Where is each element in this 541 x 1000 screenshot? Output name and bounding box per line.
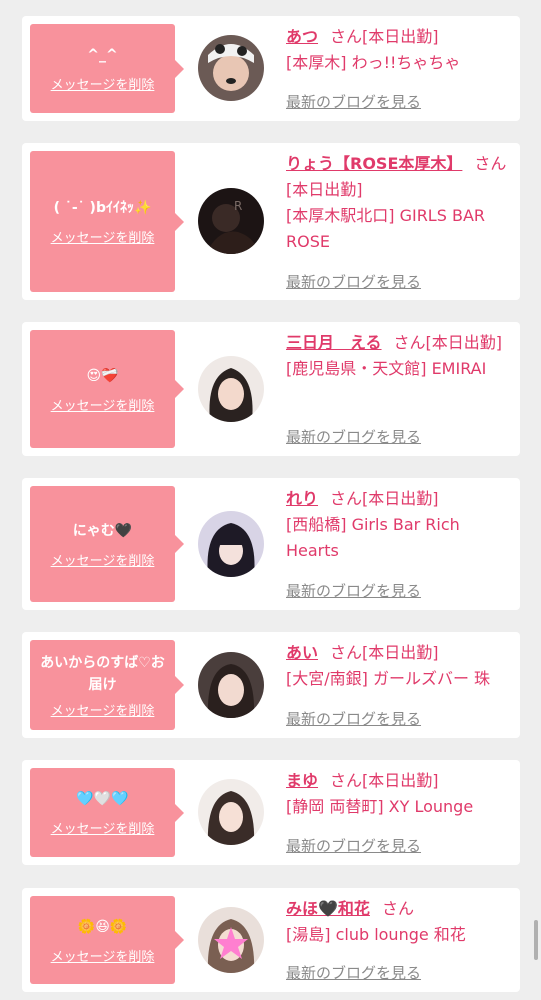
- cast-name-link[interactable]: りょう【ROSE本厚木】: [286, 154, 462, 173]
- message-card: あいからのすば♡お届け メッセージを削除 あい さん[本日出勤] [大宮/南銀] …: [22, 632, 520, 738]
- message-bubble: ( ˙-˙ )bｲｲﾈｯ✨ メッセージを削除: [30, 151, 184, 292]
- message-card: 😍❤️‍🩹 メッセージを削除 三日月 える さん[本日出勤] [鹿児島県・天文館]…: [22, 322, 520, 456]
- honorific: さん: [330, 489, 363, 508]
- delete-message-link[interactable]: メッセージを削除: [51, 946, 155, 965]
- message-card: にゃむ🖤 メッセージを削除 れり さん[本日出勤] [西船橋] Girls Bar…: [22, 478, 520, 610]
- latest-blog-link[interactable]: 最新のブログを見る: [286, 426, 421, 447]
- honorific: さん: [393, 333, 426, 352]
- shop-text: [湯島] club lounge 和花: [286, 925, 466, 944]
- delete-message-link[interactable]: メッセージを削除: [51, 818, 155, 837]
- delete-message-link[interactable]: メッセージを削除: [51, 550, 155, 569]
- cast-name-link[interactable]: まゆ: [286, 771, 318, 790]
- delete-message-link[interactable]: メッセージを削除: [51, 74, 155, 93]
- message-text: 🌼😆🌼: [77, 918, 128, 935]
- status-text: [本日出勤]: [362, 771, 439, 790]
- honorific: さん: [330, 643, 363, 662]
- shop-text: [西船橋] Girls Bar Rich Hearts: [286, 515, 460, 560]
- cast-name-link[interactable]: あつ: [286, 27, 318, 46]
- status-text: [本日出勤]: [362, 27, 439, 46]
- honorific: さん: [330, 27, 363, 46]
- message-card: ( ˙-˙ )bｲｲﾈｯ✨ メッセージを削除 R りょう【ROSE本厚木】 さん […: [22, 143, 520, 300]
- message-text: にゃむ🖤: [72, 522, 133, 539]
- status-text: [本日出勤]: [425, 333, 503, 352]
- honorific: さん: [474, 154, 507, 173]
- avatar[interactable]: [198, 779, 264, 845]
- latest-blog-link[interactable]: 最新のブログを見る: [286, 962, 421, 983]
- status-text: [本日出勤]: [362, 643, 439, 662]
- avatar[interactable]: [198, 652, 264, 718]
- message-card: 🩵🤍🩵 メッセージを削除 まゆ さん[本日出勤] [静岡 両替町] XY Loun…: [22, 760, 520, 865]
- cast-info: みほ🖤和花 さん [湯島] club lounge 和花: [286, 896, 508, 948]
- cast-name-link[interactable]: みほ🖤和花: [286, 899, 370, 918]
- message-bubble: あいからのすば♡お届け メッセージを削除: [30, 640, 184, 730]
- scrollbar[interactable]: [534, 920, 538, 960]
- message-bubble: 🌼😆🌼 メッセージを削除: [30, 896, 184, 984]
- cast-info: れり さん[本日出勤] [西船橋] Girls Bar Rich Hearts: [286, 486, 508, 564]
- cast-name-link[interactable]: れり: [286, 489, 318, 508]
- shop-text: [静岡 両替町] XY Lounge: [286, 797, 474, 816]
- latest-blog-link[interactable]: 最新のブログを見る: [286, 580, 421, 601]
- delete-message-link[interactable]: メッセージを削除: [51, 227, 155, 246]
- svg-text:R: R: [234, 199, 242, 213]
- avatar[interactable]: [198, 35, 264, 101]
- honorific: さん: [330, 771, 363, 790]
- avatar[interactable]: [198, 511, 264, 577]
- cast-info: まゆ さん[本日出勤] [静岡 両替町] XY Lounge: [286, 768, 508, 820]
- status-text: [本日出勤]: [286, 180, 363, 199]
- delete-message-link[interactable]: メッセージを削除: [51, 700, 155, 719]
- shop-text: [鹿児島県・天文館] EMIRAI: [286, 359, 487, 378]
- avatar[interactable]: R: [198, 188, 264, 254]
- cast-name-link[interactable]: あい: [286, 643, 318, 662]
- message-text: 🩵🤍🩵: [76, 791, 129, 807]
- cast-info: あい さん[本日出勤] [大宮/南銀] ガールズバー 珠: [286, 640, 508, 692]
- status-text: [本日出勤]: [362, 489, 439, 508]
- latest-blog-link[interactable]: 最新のブログを見る: [286, 835, 421, 856]
- message-text: 😍❤️‍🩹: [86, 367, 119, 384]
- latest-blog-link[interactable]: 最新のブログを見る: [286, 708, 421, 729]
- honorific: さん: [381, 899, 414, 918]
- avatar[interactable]: [198, 356, 264, 422]
- message-text: ( ˙-˙ )bｲｲﾈｯ✨: [53, 200, 152, 216]
- message-bubble: にゃむ🖤 メッセージを削除: [30, 486, 184, 602]
- shop-text: [本厚木] わっ!!ちゃちゃ: [286, 53, 461, 72]
- latest-blog-link[interactable]: 最新のブログを見る: [286, 271, 421, 292]
- message-card: 🌼😆🌼 メッセージを削除 みほ🖤和花 さん [湯島] club lounge 和花…: [22, 888, 520, 992]
- message-bubble: 🩵🤍🩵 メッセージを削除: [30, 768, 184, 857]
- message-card: ^_^ メッセージを削除 あつ さん[本日出勤] [本厚木] わっ!!ちゃちゃ 最…: [22, 16, 520, 121]
- cast-info: 三日月 える さん[本日出勤] [鹿児島県・天文館] EMIRAI: [286, 330, 508, 382]
- cast-info: りょう【ROSE本厚木】 さん [本日出勤] [本厚木駅北口] GIRLS BAR …: [286, 151, 508, 255]
- message-bubble: ^_^ メッセージを削除: [30, 24, 184, 113]
- shop-text: [本厚木駅北口] GIRLS BAR ROSE: [286, 206, 486, 251]
- delete-message-link[interactable]: メッセージを削除: [51, 395, 155, 414]
- shop-text: [大宮/南銀] ガールズバー 珠: [286, 669, 491, 688]
- latest-blog-link[interactable]: 最新のブログを見る: [286, 91, 421, 112]
- message-bubble: 😍❤️‍🩹 メッセージを削除: [30, 330, 184, 448]
- cast-name-link[interactable]: 三日月 える: [286, 333, 382, 352]
- message-text: ^_^: [87, 47, 118, 63]
- avatar[interactable]: [198, 907, 264, 973]
- message-text: あいからのすば♡お届け: [40, 654, 165, 693]
- cast-info: あつ さん[本日出勤] [本厚木] わっ!!ちゃちゃ: [286, 24, 508, 76]
